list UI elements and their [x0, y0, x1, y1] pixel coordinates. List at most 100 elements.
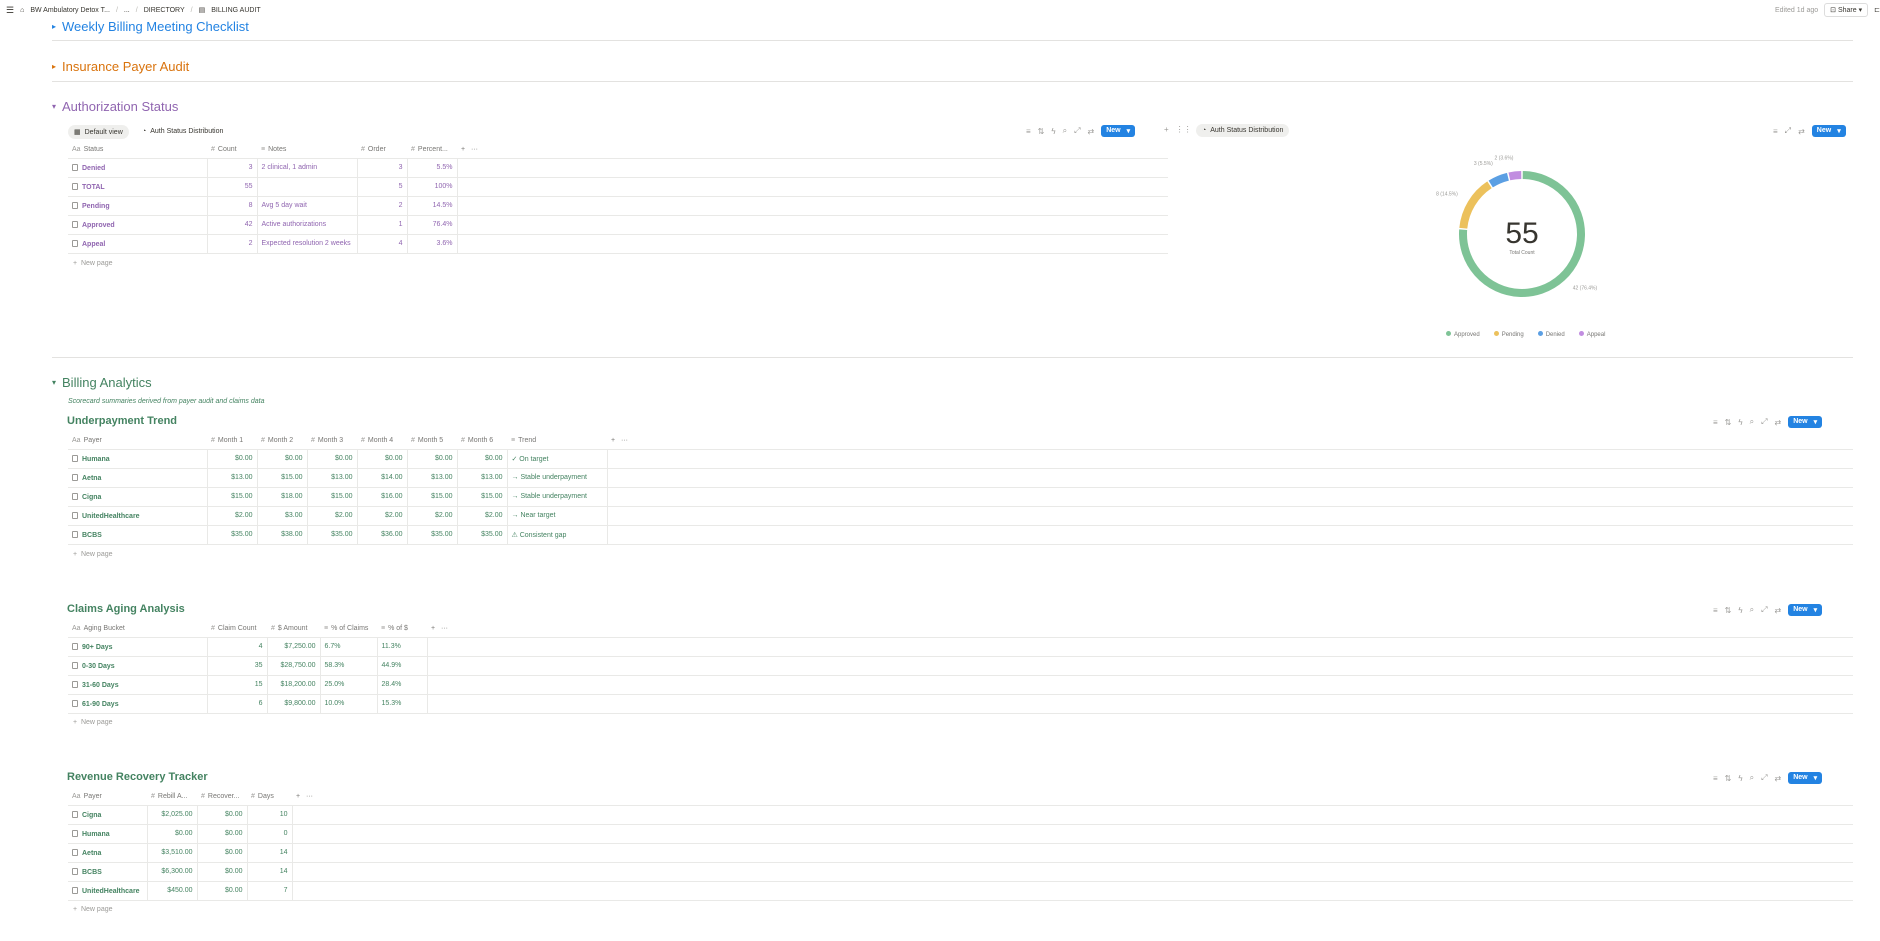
table-cell[interactable]: $15.00: [207, 487, 258, 507]
toggle-weekly-checklist[interactable]: ▸ Weekly Billing Meeting Checklist: [52, 19, 249, 34]
share-button[interactable]: ⊡ Share ▾: [1824, 3, 1869, 17]
settings-icon[interactable]: ⇄: [1775, 606, 1782, 615]
expand-icon[interactable]: ⤢: [1074, 126, 1080, 136]
table-cell[interactable]: $3,510.00: [147, 843, 198, 863]
donut-slice-denied[interactable]: [1488, 172, 1510, 188]
table-cell[interactable]: 25.0%: [320, 675, 378, 695]
sort-icon[interactable]: ⇅: [1038, 127, 1045, 136]
column-header[interactable]: # Month 6: [457, 432, 507, 450]
table-row[interactable]: BCBS $35.00 $38.00 $35.00 $36.00 $35.00 $35.00…: [68, 525, 1853, 545]
column-header[interactable]: Aa Payer: [68, 788, 147, 806]
column-header[interactable]: # $ Amount: [267, 620, 320, 638]
table-cell[interactable]: $2.00: [207, 506, 258, 526]
table-cell[interactable]: 14: [247, 843, 293, 863]
table-cell[interactable]: $15.00: [307, 487, 358, 507]
table-cell[interactable]: → Stable underpayment: [507, 468, 608, 488]
row-title[interactable]: 0-30 Days: [68, 656, 208, 676]
table-row[interactable]: Appeal 2 Expected resolution 2 weeks 4 3.6%: [68, 234, 1168, 254]
table-cell[interactable]: 35: [207, 656, 268, 676]
table-cell[interactable]: $15.00: [457, 487, 508, 507]
filter-icon[interactable]: ≡: [1713, 606, 1718, 615]
column-header[interactable]: # Order: [357, 141, 407, 159]
column-header[interactable]: # Month 2: [257, 432, 307, 450]
column-header[interactable]: # Month 5: [407, 432, 457, 450]
settings-icon[interactable]: ⇄: [1798, 127, 1805, 136]
new-button[interactable]: New ▾: [1788, 604, 1823, 616]
legend-item[interactable]: Approved: [1446, 331, 1480, 338]
table-cell[interactable]: $0.00: [197, 881, 248, 901]
row-title[interactable]: Aetna: [68, 843, 148, 863]
table-cell[interactable]: $18,200.00: [267, 675, 321, 695]
automation-icon[interactable]: ϟ: [1738, 606, 1742, 615]
column-header[interactable]: Aa Aging Bucket: [68, 620, 207, 638]
table-cell[interactable]: $2.00: [457, 506, 508, 526]
table-cell[interactable]: $13.00: [407, 468, 458, 488]
table-cell[interactable]: $36.00: [357, 525, 408, 545]
column-header[interactable]: ≡% of Claims: [320, 620, 377, 638]
table-cell[interactable]: $13.00: [457, 468, 508, 488]
row-title[interactable]: 31-60 Days: [68, 675, 208, 695]
column-header[interactable]: # Recover...: [197, 788, 247, 806]
donut-slice-pending[interactable]: [1459, 181, 1492, 229]
filter-icon[interactable]: ≡: [1713, 418, 1718, 427]
table-cell[interactable]: → Near target: [507, 506, 608, 526]
table-cell[interactable]: 7: [247, 881, 293, 901]
new-button[interactable]: New ▾: [1101, 125, 1136, 137]
column-header[interactable]: # Rebill A...: [147, 788, 197, 806]
table-row[interactable]: Cigna $2,025.00 $0.00 10: [68, 805, 1853, 825]
table-row[interactable]: 90+ Days 4 $7,250.00 6.7% 11.3%: [68, 637, 1853, 657]
row-title[interactable]: Aetna: [68, 468, 208, 488]
table-cell[interactable]: $13.00: [207, 468, 258, 488]
table-cell[interactable]: $2,025.00: [147, 805, 198, 825]
table-cell[interactable]: $0.00: [207, 449, 258, 469]
toggle-insurance-audit[interactable]: ▸ Insurance Payer Audit: [52, 59, 189, 74]
table-row[interactable]: BCBS $6,300.00 $0.00 14: [68, 862, 1853, 882]
table-cell[interactable]: 0: [247, 824, 293, 844]
table-cell[interactable]: 28.4%: [377, 675, 428, 695]
expand-icon[interactable]: ⤢: [1761, 605, 1767, 615]
column-header[interactable]: Aa Payer: [68, 432, 207, 450]
table-cell[interactable]: $35.00: [407, 525, 458, 545]
table-row[interactable]: Pending 8 Avg 5 day wait 2 14.5%: [68, 196, 1168, 216]
column-header[interactable]: # Count: [207, 141, 257, 159]
table-cell[interactable]: 15: [207, 675, 268, 695]
table-cell[interactable]: $15.00: [407, 487, 458, 507]
breadcrumb-item[interactable]: BW Ambulatory Detox T...: [30, 7, 110, 14]
table-cell[interactable]: $6,300.00: [147, 862, 198, 882]
table-cell[interactable]: 4: [207, 637, 268, 657]
new-page-button[interactable]: + New page: [73, 906, 113, 913]
table-cell[interactable]: $9,800.00: [267, 694, 321, 714]
table-cell[interactable]: $13.00: [307, 468, 358, 488]
search-icon[interactable]: ⌕: [1750, 605, 1754, 615]
tab-default-view[interactable]: ▦ Default view: [68, 125, 129, 139]
row-title[interactable]: UnitedHealthcare: [68, 506, 208, 526]
table-cell[interactable]: 10: [247, 805, 293, 825]
table-row[interactable]: Aetna $3,510.00 $0.00 14: [68, 843, 1853, 863]
table-row[interactable]: TOTAL 55 5 100%: [68, 177, 1168, 197]
new-page-button[interactable]: + New page: [73, 260, 113, 267]
table-cell[interactable]: 14: [247, 862, 293, 882]
new-button[interactable]: New ▾: [1811, 125, 1846, 137]
table-cell[interactable]: $0.00: [457, 449, 508, 469]
filter-icon[interactable]: ≡: [1773, 127, 1778, 136]
sort-icon[interactable]: ⇅: [1725, 774, 1732, 783]
donut-slice-appeal[interactable]: [1508, 171, 1522, 181]
table-cell[interactable]: $0.00: [197, 805, 248, 825]
table-cell[interactable]: $35.00: [457, 525, 508, 545]
row-title[interactable]: 61-90 Days: [68, 694, 208, 714]
column-header[interactable]: Aa Status: [68, 141, 207, 159]
legend-item[interactable]: Appeal: [1578, 331, 1605, 338]
add-column-button[interactable]: + ···: [457, 141, 1168, 159]
legend-item[interactable]: Denied: [1537, 331, 1565, 338]
expand-icon[interactable]: ⤢: [1785, 126, 1791, 136]
table-cell[interactable]: $2.00: [357, 506, 408, 526]
table-cell[interactable]: $7,250.00: [267, 637, 321, 657]
table-row[interactable]: UnitedHealthcare $2.00 $3.00 $2.00 $2.00 $2.0…: [68, 506, 1853, 526]
legend-item[interactable]: Pending: [1493, 331, 1524, 338]
add-column-button[interactable]: + ···: [292, 788, 1853, 806]
table-cell[interactable]: → Stable underpayment: [507, 487, 608, 507]
database-title[interactable]: Claims Aging Analysis: [67, 603, 185, 615]
search-icon[interactable]: ⌕: [1063, 126, 1067, 136]
table-cell[interactable]: $450.00: [147, 881, 198, 901]
column-header[interactable]: # Percent...: [407, 141, 457, 159]
